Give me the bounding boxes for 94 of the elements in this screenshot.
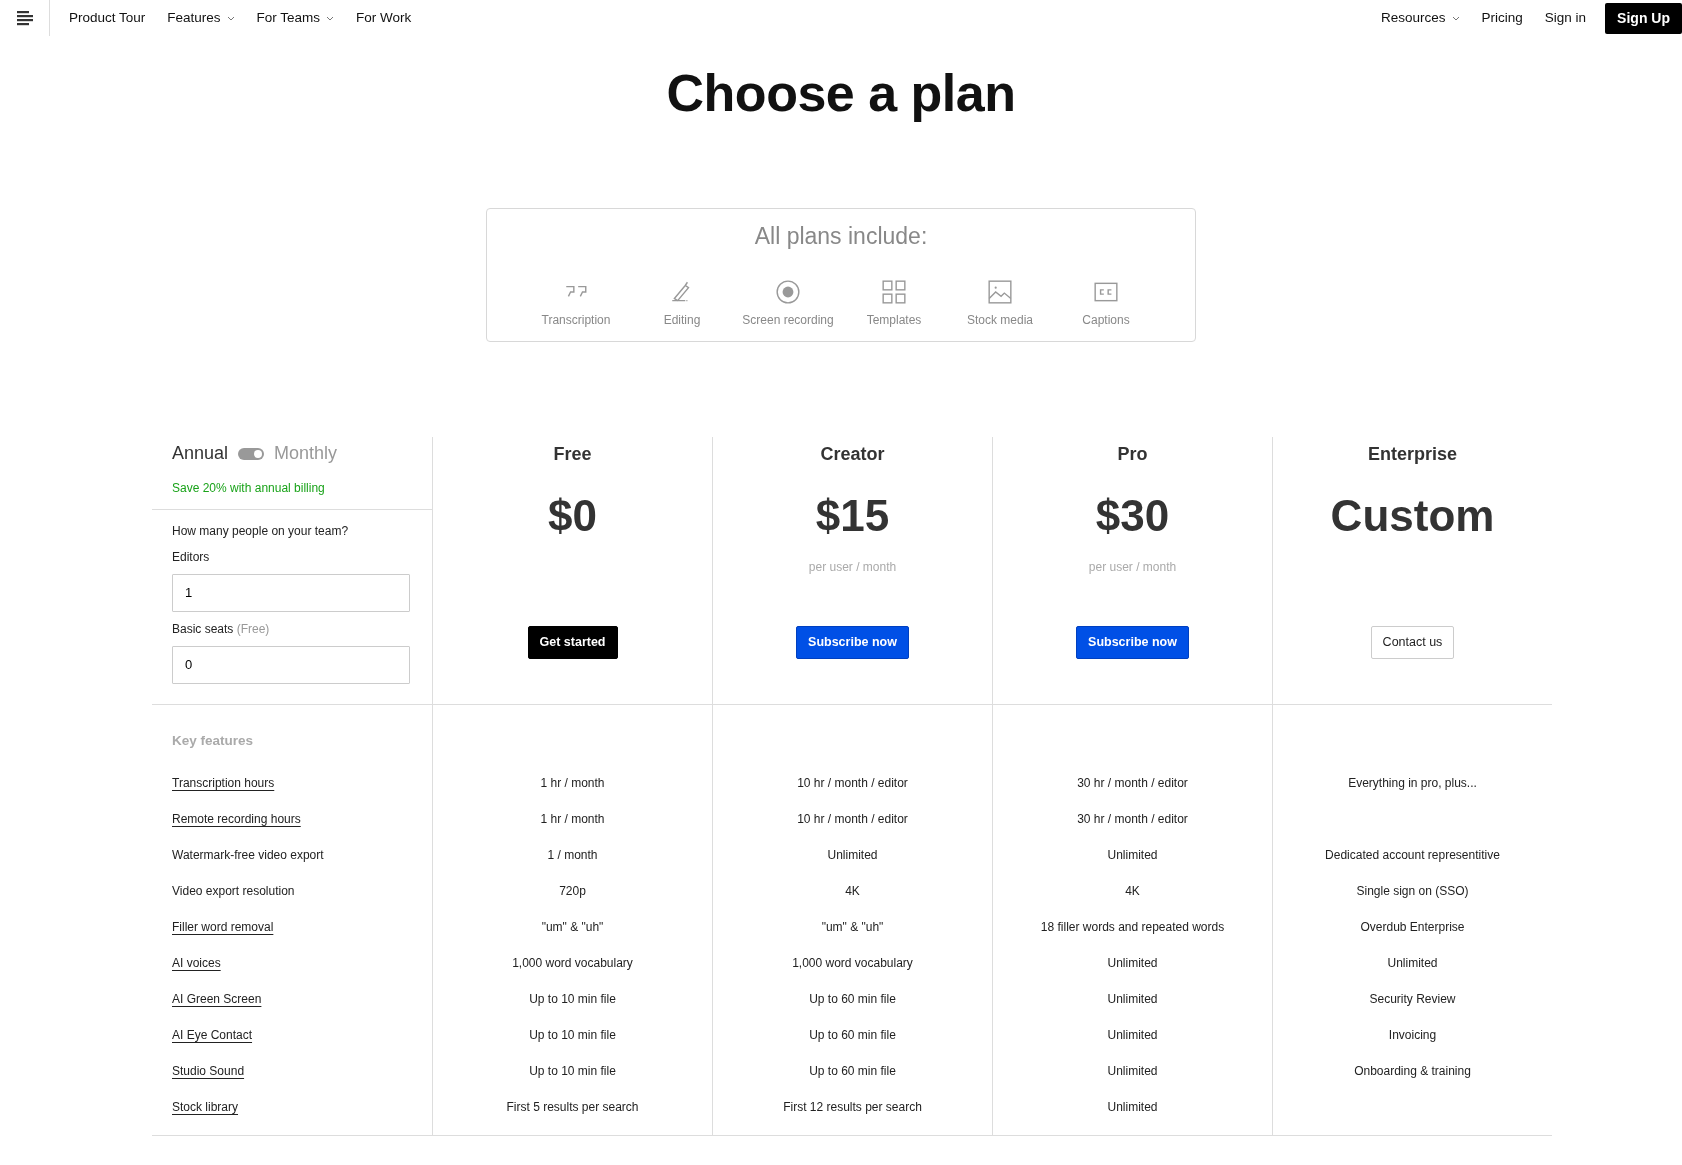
table-cell-text: First 12 results per search xyxy=(783,1099,922,1116)
table-cell-text: Unlimited xyxy=(827,847,878,864)
feature-link[interactable]: Remote recording hours xyxy=(172,810,301,828)
table-cell-text: Up to 60 min file xyxy=(809,1063,896,1080)
feature-label: Templates xyxy=(866,312,922,329)
table-cell-text: Up to 10 min file xyxy=(529,1027,616,1044)
nav-link[interactable]: Resources xyxy=(1370,7,1471,29)
table-cell-text: 4K xyxy=(845,883,860,900)
section-heading: Key features xyxy=(171,732,255,750)
table-cell-text: "um" & "uh" xyxy=(821,919,884,936)
feature-label: Captions xyxy=(1082,312,1130,329)
logo-icon[interactable] xyxy=(15,9,34,27)
feature-name: Watermark-free video export xyxy=(172,847,324,864)
feature-label: Screen recording xyxy=(742,312,834,329)
table-cell-text: 30 hr / month / editor xyxy=(1077,775,1188,792)
table-cell-text: 1 hr / month xyxy=(540,775,605,792)
table-cell-text: Up to 10 min file xyxy=(529,991,616,1008)
table-cell-text: Security Review xyxy=(1369,991,1456,1008)
table-cell-text: 10 hr / month / editor xyxy=(797,811,908,828)
nav-link[interactable]: Features xyxy=(156,7,246,29)
number-field[interactable]: 0 xyxy=(172,646,410,684)
table-cell-text: 720p xyxy=(559,883,586,900)
plan-button[interactable]: Contact us xyxy=(1370,626,1455,659)
nav-link[interactable]: Product Tour xyxy=(58,7,157,29)
caret-icon xyxy=(1451,15,1460,21)
table-cell-text: Up to 60 min file xyxy=(809,1027,896,1044)
feature-link[interactable]: AI voices xyxy=(172,954,221,972)
table-cell-text: Unlimited xyxy=(1387,955,1438,972)
plan-name: Creator xyxy=(819,443,886,466)
plan-button[interactable]: Subscribe now xyxy=(1076,626,1189,659)
table-cell-text: 1,000 word vocabulary xyxy=(512,955,633,972)
feature-label: Transcription xyxy=(541,312,611,329)
table-cell-text: Single sign on (SSO) xyxy=(1356,883,1469,900)
image-icon xyxy=(987,279,1013,305)
plan-price: $30 xyxy=(1094,494,1171,538)
feature-link[interactable]: Studio Sound xyxy=(172,1062,245,1080)
table-cell-text: 1 hr / month xyxy=(540,811,605,828)
nav-link[interactable]: Pricing xyxy=(1470,7,1534,29)
grid-icon xyxy=(881,279,907,305)
plan-button[interactable]: Subscribe now xyxy=(796,626,909,659)
table-cell-text: Overdub Enterprise xyxy=(1360,919,1465,936)
feature-label: Editing xyxy=(663,312,701,329)
table-cell-text: Unlimited xyxy=(1107,1099,1158,1116)
nav-link[interactable]: Sign in xyxy=(1533,7,1598,29)
nav-link[interactable]: For Work xyxy=(345,7,423,29)
table-cell-text: 4K xyxy=(1125,883,1140,900)
table-cell-text: "um" & "uh" xyxy=(541,919,604,936)
table-cell-text: Onboarding & training xyxy=(1354,1063,1471,1080)
field-label: Basic seats (Free) xyxy=(172,621,271,638)
card-heading: All plans include: xyxy=(753,223,929,251)
feature-link[interactable]: Transcription hours xyxy=(172,774,275,792)
savings-note: Save 20% with annual billing xyxy=(171,480,326,497)
table-cell-text: Invoicing xyxy=(1388,1027,1437,1044)
table-cell-text: Up to 10 min file xyxy=(529,1063,616,1080)
feature-link[interactable]: AI Green Screen xyxy=(172,990,262,1008)
table-cell-text: Dedicated account representitive xyxy=(1325,847,1500,864)
table-cell-text: Unlimited xyxy=(1107,847,1158,864)
annual-label[interactable]: Annual xyxy=(172,440,229,468)
nav-link[interactable]: For Teams xyxy=(245,7,346,29)
plan-button[interactable]: Get started xyxy=(527,626,618,659)
number-field[interactable]: 1 xyxy=(172,574,410,612)
team-question: How many people on your team? xyxy=(172,523,350,540)
feature-link[interactable]: AI Eye Contact xyxy=(172,1026,253,1044)
plan-price: $15 xyxy=(814,494,891,538)
sign-up-button[interactable]: Sign Up xyxy=(1605,2,1682,34)
table-cell-text: Everything in pro, plus... xyxy=(1348,775,1477,792)
feature-label: Stock media xyxy=(967,312,1033,329)
price-unit: per user / month xyxy=(1087,559,1178,574)
table-cell-text: 18 filler words and repeated words xyxy=(1040,919,1225,936)
table-cell-text: 30 hr / month / editor xyxy=(1077,811,1188,828)
table-cell-text: 1 / month xyxy=(547,847,598,864)
table-cell-text: First 5 results per search xyxy=(506,1099,639,1116)
field-label: Editors xyxy=(172,549,211,566)
plan-price: $0 xyxy=(547,494,598,538)
table-cell-text: 1,000 word vocabulary xyxy=(792,955,913,972)
page-title: Choose a plan xyxy=(665,63,1017,124)
price-unit: per user / month xyxy=(807,559,898,574)
feature-link[interactable]: Stock library xyxy=(172,1098,239,1116)
feature-link[interactable]: Filler word removal xyxy=(172,918,274,936)
table-cell-text: Unlimited xyxy=(1107,1027,1158,1044)
table-cell-text: 10 hr / month / editor xyxy=(797,775,908,792)
feature-name: Video export resolution xyxy=(172,883,295,900)
plan-name: Enterprise xyxy=(1366,443,1458,466)
plan-name: Free xyxy=(552,443,593,466)
table-cell-text: Up to 60 min file xyxy=(809,991,896,1008)
caret-icon xyxy=(226,15,235,21)
plan-name: Pro xyxy=(1116,443,1149,466)
caret-icon xyxy=(326,15,335,21)
billing-toggle[interactable] xyxy=(238,448,265,460)
table-cell-text: Unlimited xyxy=(1107,1063,1158,1080)
record-icon xyxy=(775,279,801,305)
table-cell-text: Unlimited xyxy=(1107,991,1158,1008)
table-cell-text: Unlimited xyxy=(1107,955,1158,972)
plan-price: Custom xyxy=(1329,494,1496,538)
